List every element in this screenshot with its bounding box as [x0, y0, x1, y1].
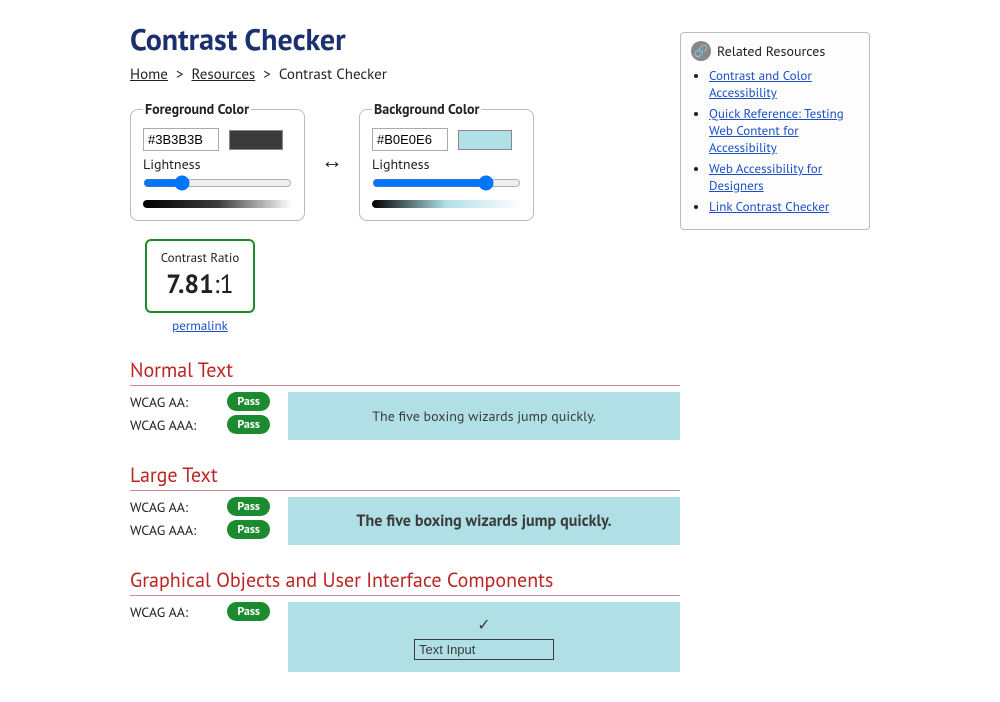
breadcrumb-sep: > — [263, 65, 271, 84]
related-link[interactable]: Web Accessibility for Designers — [709, 160, 822, 194]
large-aa-badge: Pass — [227, 497, 270, 516]
normal-aa-label: WCAG AA: — [130, 393, 188, 411]
breadcrumb-sep: > — [176, 65, 184, 84]
foreground-color-box: Foreground Color Lightness — [130, 100, 305, 221]
contrast-ratio-value: 7.81:1 — [161, 268, 240, 301]
background-legend: Background Color — [372, 100, 481, 118]
large-text-sample[interactable]: The five boxing wizards jump quickly. — [288, 497, 680, 545]
check-icon: ✓ — [477, 615, 490, 635]
breadcrumb-home[interactable]: Home — [130, 65, 168, 84]
large-aa-label: WCAG AA: — [130, 498, 188, 516]
background-swatch[interactable] — [458, 130, 512, 150]
large-text-heading: Large Text — [130, 462, 680, 491]
background-color-box: Background Color Lightness — [359, 100, 534, 221]
gui-heading: Graphical Objects and User Interface Com… — [130, 567, 680, 596]
foreground-hex-input[interactable] — [143, 128, 219, 151]
gui-sample: ✓ — [288, 602, 680, 672]
contrast-ratio-box: Contrast Ratio 7.81:1 — [145, 239, 256, 313]
background-lightness-label: Lightness — [372, 155, 521, 173]
contrast-ratio-label: Contrast Ratio — [161, 249, 240, 266]
link-icon: 🔗 — [691, 41, 711, 61]
related-link[interactable]: Quick Reference: Testing Web Content for… — [709, 105, 844, 156]
related-resources-heading: Related Resources — [717, 42, 825, 60]
normal-aaa-badge: Pass — [227, 415, 270, 434]
foreground-lightness-label: Lightness — [143, 155, 292, 173]
gui-aa-label: WCAG AA: — [130, 603, 188, 621]
related-resources-box: 🔗 Related Resources Contrast and Color A… — [680, 32, 870, 230]
large-aaa-label: WCAG AAA: — [130, 521, 196, 539]
background-hex-input[interactable] — [372, 128, 448, 151]
permalink[interactable]: permalink — [172, 317, 228, 334]
gui-text-input[interactable] — [414, 639, 554, 660]
large-aaa-badge: Pass — [227, 520, 270, 539]
page-title: Contrast Checker — [130, 20, 680, 59]
foreground-gradient-bar — [143, 200, 292, 208]
gui-aa-badge: Pass — [227, 602, 270, 621]
breadcrumb-resources[interactable]: Resources — [192, 65, 256, 84]
swap-colors-button[interactable]: ↔ — [317, 147, 347, 175]
background-gradient-bar — [372, 200, 521, 208]
normal-text-heading: Normal Text — [130, 357, 680, 386]
normal-aa-badge: Pass — [227, 392, 270, 411]
background-lightness-slider[interactable] — [372, 175, 521, 191]
foreground-lightness-slider[interactable] — [143, 175, 292, 191]
normal-aaa-label: WCAG AAA: — [130, 416, 196, 434]
breadcrumb-current: Contrast Checker — [279, 65, 387, 84]
breadcrumb: Home > Resources > Contrast Checker — [130, 65, 680, 84]
normal-text-sample[interactable]: The five boxing wizards jump quickly. — [288, 392, 680, 440]
related-link[interactable]: Link Contrast Checker — [709, 198, 829, 215]
foreground-swatch[interactable] — [229, 130, 283, 150]
related-link[interactable]: Contrast and Color Accessibility — [709, 67, 812, 101]
foreground-legend: Foreground Color — [143, 100, 251, 118]
